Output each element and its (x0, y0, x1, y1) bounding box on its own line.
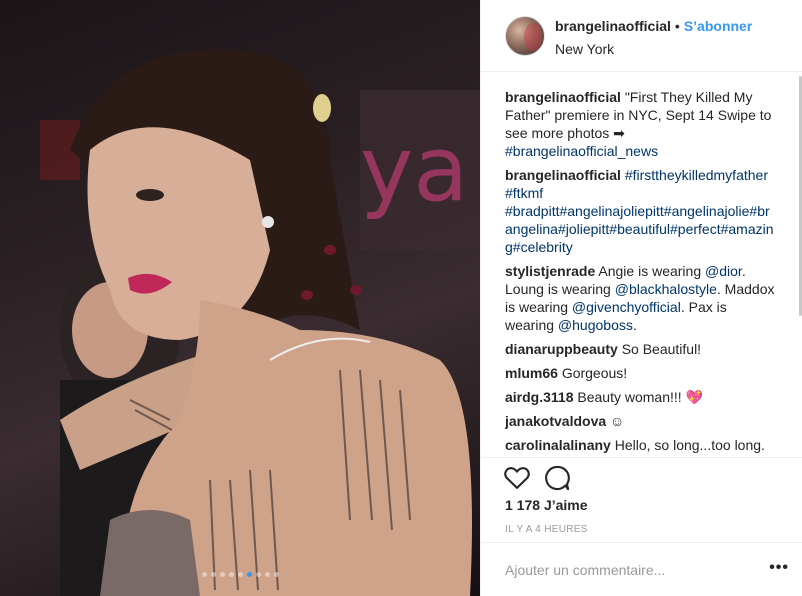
comment-link[interactable]: #bradpitt#angelinajoliepitt#angelinajoli… (505, 203, 774, 255)
avatar[interactable] (505, 16, 545, 56)
comment-author-link[interactable]: stylistjenrade (505, 263, 595, 279)
actions-divider (481, 457, 802, 459)
heart-icon[interactable] (503, 464, 531, 492)
post-header: brangelinaofficial • S’abonner New York (481, 0, 802, 72)
follow-button[interactable]: S’abonner (684, 18, 752, 34)
comment-text: Angie is wearing (598, 263, 706, 279)
comment-item: brangelinaofficial "First They Killed My… (505, 88, 777, 160)
post-photo[interactable]: ya (0, 0, 480, 596)
comment-item: dianaruppbeauty So Beautiful! (505, 340, 777, 358)
carousel-dot[interactable] (246, 572, 252, 577)
comment-author-link[interactable]: brangelinaofficial (505, 167, 621, 183)
carousel-dot[interactable] (237, 572, 243, 577)
comment-author-link[interactable]: mlum66 (505, 365, 558, 381)
svg-text:ya: ya (360, 117, 468, 222)
comment-link[interactable]: #firsttheykilledmyfather (625, 167, 768, 183)
carousel-dot[interactable] (255, 572, 261, 577)
user-line: brangelinaofficial • S’abonner (555, 18, 752, 34)
carousel-dot[interactable] (228, 572, 234, 577)
comment-text: So Beautiful! (621, 341, 702, 357)
carousel-dot[interactable] (264, 572, 270, 577)
comment-item: airdg.3118 Beauty woman!!! 💖 (505, 388, 777, 406)
add-comment-input[interactable] (505, 562, 745, 578)
carousel-indicator[interactable] (0, 564, 480, 582)
comment-author-link[interactable]: dianaruppbeauty (505, 341, 618, 357)
likes-count[interactable]: 1 178 J’aime (505, 497, 588, 513)
photo-illustration: ya (40, 49, 480, 596)
comment-item: carolinalalinany Hello, so long...too lo… (505, 436, 777, 454)
comment-link[interactable]: #brangelinaofficial_news (505, 143, 658, 159)
comment-link[interactable]: @hugoboss (558, 317, 633, 333)
carousel-dot[interactable] (201, 572, 207, 577)
comment-author-link[interactable]: carolinalalinany (505, 437, 611, 453)
likes-number: 1 178 (505, 497, 541, 513)
speech-bubble-icon[interactable] (543, 464, 571, 492)
comment-text: Gorgeous! (561, 365, 628, 381)
post-timestamp[interactable]: IL Y A 4 HEURES (505, 524, 588, 535)
comment-item: stylistjenrade Angie is wearing @dior. L… (505, 262, 777, 334)
carousel-dot[interactable] (273, 572, 279, 577)
comment-item: brangelinaofficial #firsttheykilledmyfat… (505, 166, 777, 256)
comment-author-link[interactable]: janakotvaldova (505, 413, 606, 429)
comment-link[interactable]: @blackhalostyle (615, 281, 717, 297)
username-link[interactable]: brangelinaofficial (555, 18, 671, 34)
separator-dot: • (674, 18, 680, 34)
carousel-dot[interactable] (219, 572, 225, 577)
comment-item: mlum66 Gorgeous! (505, 364, 777, 382)
comment-item: janakotvaldova ☺ (505, 412, 777, 430)
comment-link[interactable]: #ftkmf (505, 185, 543, 201)
likes-label: J’aime (543, 497, 588, 513)
more-options-icon[interactable]: ••• (769, 559, 789, 577)
post-side-panel: brangelinaofficial • S’abonner New York br… (480, 0, 802, 596)
comment-text: Hello, so long...too long. (614, 437, 765, 453)
add-comment-bar: ••• (481, 542, 802, 596)
comment-text: ☺ (610, 413, 625, 429)
carousel-dot[interactable] (210, 572, 216, 577)
comment-link[interactable]: @dior (705, 263, 742, 279)
comment-author-link[interactable]: brangelinaofficial (505, 89, 621, 105)
comment-link[interactable]: @givenchyofficial (572, 299, 681, 315)
comment-author-link[interactable]: airdg.3118 (505, 389, 574, 405)
comment-text: Beauty woman!!! 💖 (577, 389, 703, 405)
comments-list: brangelinaofficial "First They Killed My… (505, 88, 777, 456)
location-link[interactable]: New York (555, 41, 614, 57)
comment-text: . (632, 317, 637, 333)
